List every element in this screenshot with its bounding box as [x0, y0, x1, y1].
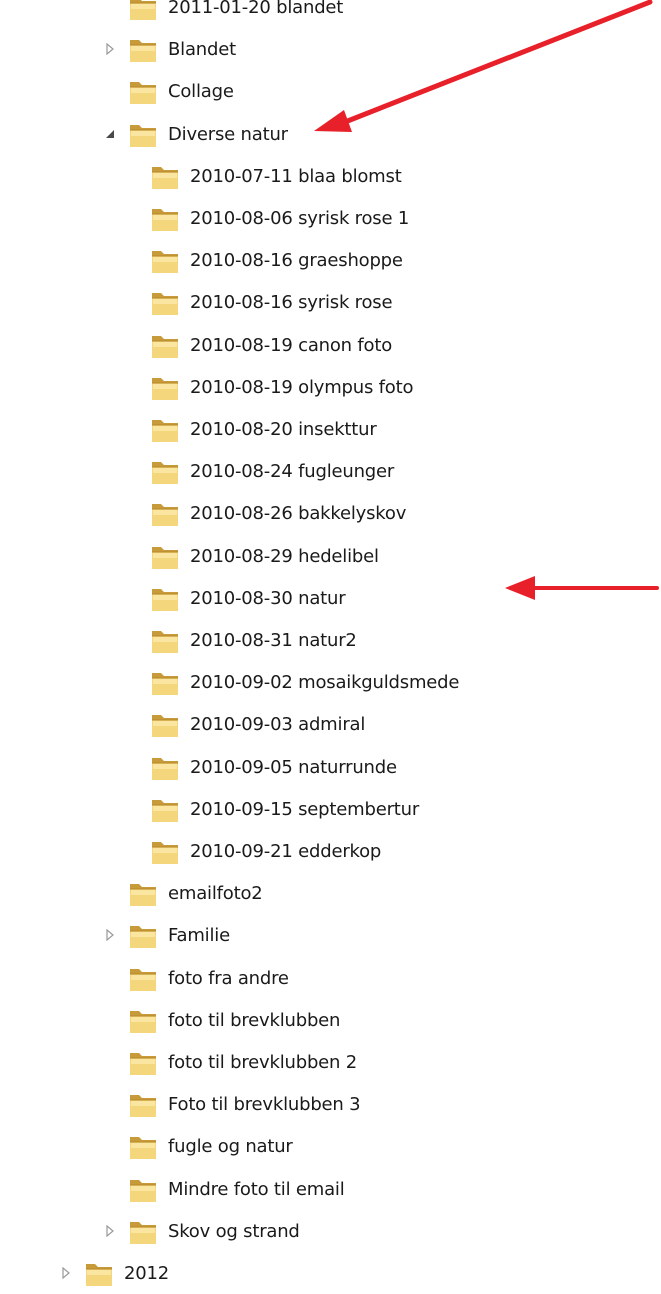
folder-icon: [150, 543, 180, 571]
tree-item[interactable]: 2010-09-05 naturrunde: [0, 747, 661, 788]
tree-item-label: Skov og strand: [168, 1220, 300, 1242]
folder-icon: [128, 1007, 158, 1035]
triangle-collapsed-icon[interactable]: [60, 1266, 72, 1280]
folder-icon: [128, 78, 158, 106]
folder-icon: [128, 0, 158, 22]
tree-item-label: Mindre foto til email: [168, 1178, 345, 1200]
tree-item-label: 2010-09-02 mosaikguldsmede: [190, 672, 460, 694]
tree-item[interactable]: foto fra andre: [0, 958, 661, 999]
folder-icon: [150, 500, 180, 528]
triangle-collapsed-icon[interactable]: [104, 928, 116, 942]
folder-icon: [128, 1049, 158, 1077]
tree-item[interactable]: Familie: [0, 915, 661, 956]
folder-icon: [150, 669, 180, 697]
tree-item-label: 2010-08-24 fugleunger: [190, 461, 395, 483]
folder-icon: [128, 965, 158, 993]
folder-icon: [128, 922, 158, 950]
tree-item[interactable]: 2011-01-20 blandet: [0, 0, 661, 28]
tree-item[interactable]: 2010-08-06 syrisk rose 1: [0, 198, 661, 239]
tree-item-label: 2012: [124, 1263, 170, 1284]
folder-icon: [150, 627, 180, 655]
tree-item[interactable]: foto til brevklubben 2: [0, 1042, 661, 1083]
tree-item[interactable]: 2010-09-21 edderkop: [0, 831, 661, 872]
tree-item-label: 2010-08-31 natur2: [190, 630, 357, 651]
tree-item[interactable]: Mindre foto til email: [0, 1169, 661, 1210]
folder-icon: [150, 711, 180, 739]
folder-icon: [128, 121, 158, 149]
folder-icon: [150, 416, 180, 444]
tree-item[interactable]: Foto til brevklubben 3: [0, 1084, 661, 1125]
folder-icon: [128, 1133, 158, 1161]
tree-item-label: Diverse natur: [168, 123, 288, 145]
folder-icon: [150, 247, 180, 275]
tree-item-label: Collage: [168, 81, 234, 103]
tree-item-label: 2010-08-06 syrisk rose 1: [190, 208, 410, 229]
folder-icon: [150, 458, 180, 486]
tree-item-label: 2010-09-15 septembertur: [190, 798, 420, 820]
folder-icon: [150, 163, 180, 191]
tree-item[interactable]: 2010-08-31 natur2: [0, 620, 661, 661]
tree-item[interactable]: 2010-09-15 septembertur: [0, 789, 661, 830]
tree-item-label: 2010-08-19 canon foto: [190, 334, 393, 356]
tree-item[interactable]: 2010-09-02 mosaikguldsmede: [0, 662, 661, 703]
tree-item-label: Foto til brevklubben 3: [168, 1094, 361, 1116]
tree-item-label: Familie: [168, 925, 230, 947]
tree-item[interactable]: 2010-08-26 bakkelyskov: [0, 493, 661, 534]
tree-item[interactable]: foto til brevklubben: [0, 1000, 661, 1041]
tree-item[interactable]: 2010-08-30 natur: [0, 578, 661, 619]
folder-icon: [128, 1091, 158, 1119]
tree-item[interactable]: fugle og natur: [0, 1126, 661, 1167]
tree-item-label: 2010-08-16 graeshoppe: [190, 250, 403, 272]
folder-icon: [150, 585, 180, 613]
triangle-collapsed-icon[interactable]: [104, 42, 116, 56]
tree-item-label: fugle og natur: [168, 1136, 293, 1158]
folder-icon: [150, 796, 180, 824]
tree-item-label: emailfoto2: [168, 883, 263, 905]
tree-item-label: 2010-08-16 syrisk rose: [190, 292, 393, 314]
folder-icon: [150, 838, 180, 866]
folder-icon: [128, 880, 158, 908]
tree-item-label: 2010-08-26 bakkelyskov: [190, 503, 407, 525]
tree-item-label: Blandet: [168, 39, 236, 61]
tree-item[interactable]: 2010-08-20 insekttur: [0, 409, 661, 450]
tree-item[interactable]: Collage: [0, 71, 661, 112]
tree-item[interactable]: Blandet: [0, 29, 661, 70]
tree-item[interactable]: 2010-08-19 canon foto: [0, 325, 661, 366]
folder-icon: [150, 289, 180, 317]
tree-item[interactable]: emailfoto2: [0, 873, 661, 914]
triangle-collapsed-icon[interactable]: [104, 1224, 116, 1238]
tree-item-label: 2010-09-03 admiral: [190, 714, 366, 736]
tree-item[interactable]: Skov og strand: [0, 1211, 661, 1252]
folder-icon: [150, 332, 180, 360]
folder-icon: [150, 374, 180, 402]
tree-item-label: foto til brevklubben: [168, 1009, 341, 1031]
tree-item[interactable]: 2010-08-16 syrisk rose: [0, 282, 661, 323]
folder-icon: [128, 36, 158, 64]
tree-item[interactable]: 2010-09-03 admiral: [0, 704, 661, 745]
tree-item[interactable]: 2010-08-29 hedelibel: [0, 536, 661, 577]
tree-item[interactable]: 2010-08-16 graeshoppe: [0, 240, 661, 281]
tree-item[interactable]: 2010-08-19 olympus foto: [0, 367, 661, 408]
folder-icon: [84, 1260, 114, 1288]
tree-item[interactable]: 2010-08-24 fugleunger: [0, 451, 661, 492]
folder-icon: [150, 754, 180, 782]
triangle-expanded-icon[interactable]: [104, 127, 116, 141]
tree-item-label: 2010-09-05 naturrunde: [190, 756, 397, 778]
folder-icon: [128, 1176, 158, 1204]
tree-item[interactable]: 2010-07-11 blaa blomst: [0, 156, 661, 197]
folder-tree: 2011-01-20 blandet Blandet Collage Diverse …: [0, 0, 661, 1286]
folder-icon: [150, 205, 180, 233]
tree-item-label: 2010-08-20 insekttur: [190, 419, 377, 440]
tree-item-label: 2011-01-20 blandet: [168, 0, 344, 18]
tree-item-label: 2010-08-30 natur: [190, 587, 346, 609]
tree-item-label: 2010-08-19 olympus foto: [190, 376, 414, 398]
tree-item[interactable]: 2012: [0, 1253, 661, 1294]
tree-item-label: 2010-07-11 blaa blomst: [190, 165, 402, 187]
tree-item-label: foto til brevklubben 2: [168, 1052, 358, 1073]
tree-item-label: 2010-09-21 edderkop: [190, 841, 382, 862]
tree-item[interactable]: Diverse natur: [0, 114, 661, 155]
tree-item-label: foto fra andre: [168, 967, 289, 989]
folder-icon: [128, 1218, 158, 1246]
tree-item-label: 2010-08-29 hedelibel: [190, 545, 379, 567]
